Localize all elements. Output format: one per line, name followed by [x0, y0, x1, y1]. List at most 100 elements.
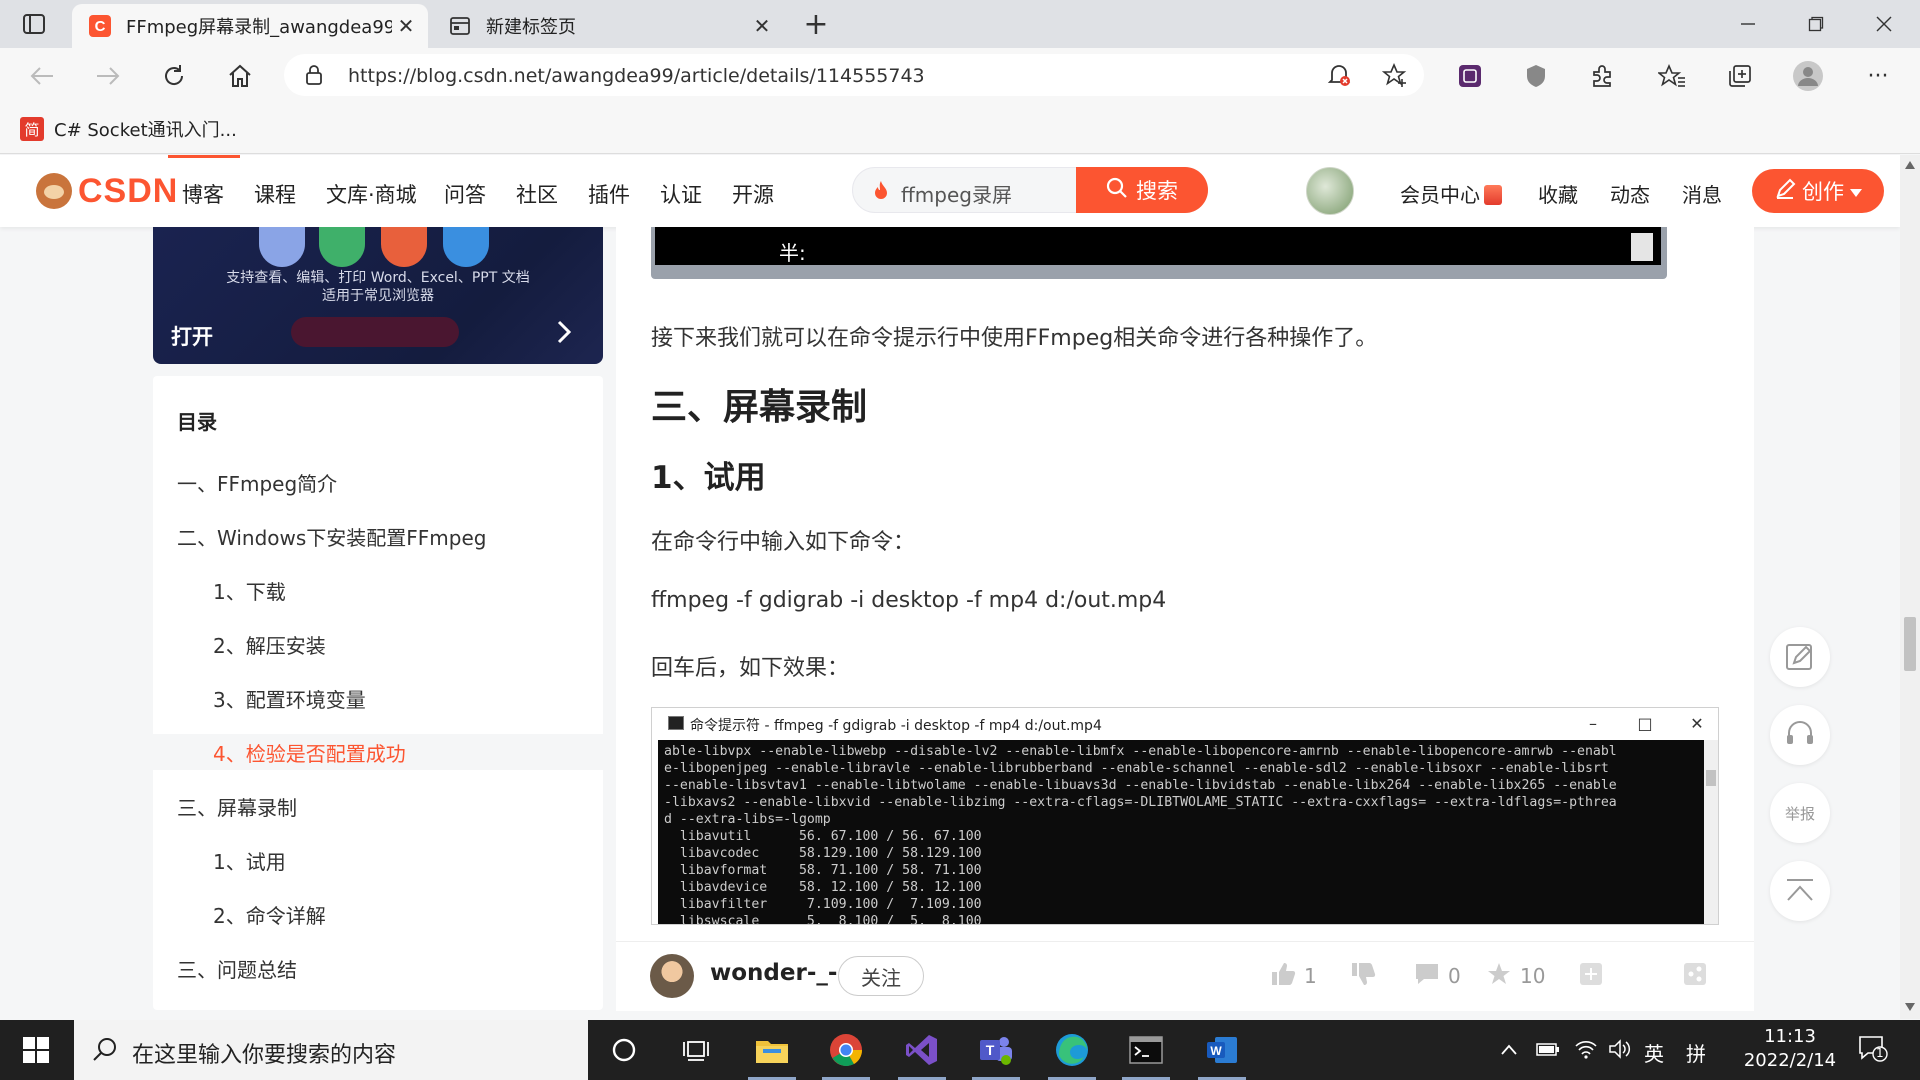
taskbar-search-input[interactable]: 在这里输入你要搜索的内容	[132, 1037, 396, 1069]
profile-avatar-icon[interactable]	[1788, 56, 1828, 96]
activity-link[interactable]: 动态	[1610, 179, 1650, 208]
promo-open-label[interactable]: 打开	[171, 321, 213, 351]
clock-date: 2022/2/14	[1743, 1050, 1837, 1071]
file-explorer-icon[interactable]	[736, 1020, 808, 1080]
scroll-down-icon[interactable]	[1905, 1003, 1915, 1011]
start-windows-icon[interactable]	[0, 1020, 72, 1080]
nav-open-source[interactable]: 开源	[732, 179, 774, 209]
favorites-link[interactable]: 收藏	[1538, 179, 1578, 208]
toc-item[interactable]: 三、屏幕录制	[177, 792, 297, 821]
comment-button[interactable]: 0	[1414, 960, 1461, 992]
toc-item[interactable]: 3、配置环境变量	[213, 684, 366, 713]
notification-center-icon[interactable]: 1	[1858, 1034, 1888, 1067]
scroll-up-icon[interactable]	[1905, 161, 1915, 169]
toc-item[interactable]: 二、Windows下安装配置FFmpeg	[177, 522, 486, 551]
promo-card[interactable]: 支持查看、编辑、打印 Word、Excel、PPT 文档 适用于常见浏览器 打开	[153, 227, 603, 364]
member-center-link[interactable]: 会员中心	[1400, 179, 1502, 208]
customer-service-icon[interactable]	[1770, 705, 1830, 765]
tray-chevron-up-icon[interactable]	[1500, 1038, 1518, 1062]
follow-button[interactable]: 关注	[838, 956, 924, 996]
tab-new-tab[interactable]: 新建标签页 ✕	[432, 4, 784, 48]
star-button[interactable]: 10	[1486, 960, 1545, 992]
close-tab-icon[interactable]: ✕	[392, 12, 420, 40]
nav-certification[interactable]: 认证	[660, 179, 702, 209]
page-scrollbar[interactable]	[1900, 155, 1920, 1019]
messages-link[interactable]: 消息	[1682, 179, 1722, 208]
extension-purple-icon[interactable]	[1450, 56, 1490, 96]
add-favorite-icon[interactable]	[1381, 62, 1408, 92]
share-button[interactable]	[1682, 960, 1708, 992]
cmd-line: libswscale 5. 8.100 / 5. 8.100	[664, 914, 982, 925]
edge-icon[interactable]	[1036, 1020, 1108, 1080]
taskbar-search[interactable]: 在这里输入你要搜索的内容	[74, 1020, 588, 1080]
reload-icon[interactable]	[154, 56, 194, 96]
author-name[interactable]: wonder-_-	[710, 960, 837, 986]
chrome-icon[interactable]	[810, 1020, 882, 1080]
create-button[interactable]: 创作	[1752, 169, 1884, 213]
volume-icon[interactable]	[1608, 1038, 1632, 1065]
taskbar-clock[interactable]: 11:13 2022/2/14	[1730, 1025, 1850, 1073]
dislike-button[interactable]	[1350, 960, 1376, 992]
ime-mode[interactable]: 拼	[1686, 1038, 1706, 1067]
toc-item[interactable]: 2、命令详解	[213, 900, 326, 929]
user-avatar[interactable]	[1306, 167, 1354, 215]
cmd-line: libavformat 58. 71.100 / 58. 71.100	[664, 863, 982, 878]
extensions-icon[interactable]	[1582, 56, 1622, 96]
visual-studio-icon[interactable]	[886, 1020, 958, 1080]
ime-language[interactable]: 英	[1644, 1038, 1664, 1067]
close-window-icon[interactable]	[1854, 4, 1914, 44]
lock-icon[interactable]	[304, 64, 324, 90]
teams-icon[interactable]: T	[960, 1020, 1032, 1080]
close-tab-icon[interactable]: ✕	[748, 12, 776, 40]
toc-item[interactable]: 一、FFmpeg简介	[177, 468, 337, 497]
page-scroll-thumb[interactable]	[1904, 617, 1916, 671]
wifi-icon[interactable]	[1574, 1038, 1598, 1065]
edit-note-icon[interactable]	[1770, 627, 1830, 687]
console-scroll-arrow	[1631, 233, 1653, 261]
nav-blog[interactable]: 博客	[182, 179, 224, 209]
new-tab-button[interactable]: +	[796, 7, 836, 42]
section-heading: 三、屏幕录制	[651, 387, 868, 428]
word-icon[interactable]: W	[1186, 1020, 1258, 1080]
nav-courses[interactable]: 课程	[254, 179, 296, 209]
toc-item[interactable]: 三、问题总结	[177, 954, 297, 983]
tab-csdn-article[interactable]: C FFmpeg屏幕录制_awangdea99的 ✕	[72, 4, 428, 48]
nav-qa[interactable]: 问答	[444, 179, 486, 209]
reward-button[interactable]	[1578, 960, 1604, 992]
csdn-logo[interactable]: CSDN	[36, 171, 178, 211]
search-icon	[1106, 177, 1128, 204]
nav-community[interactable]: 社区	[516, 179, 558, 209]
search-button[interactable]: 搜索	[1076, 167, 1208, 213]
restore-icon[interactable]	[1786, 4, 1846, 44]
collections-icon[interactable]	[1720, 56, 1760, 96]
nav-plugins[interactable]: 插件	[588, 179, 630, 209]
forward-icon[interactable]	[88, 56, 128, 96]
search-input[interactable]: ffmpeg录屏	[901, 179, 1012, 208]
tab-actions-icon[interactable]	[18, 10, 50, 38]
toc-item-active[interactable]: 4、检验是否配置成功	[213, 738, 406, 767]
bookmark-csharp-socket[interactable]: 简 C# Socket通讯入门...	[20, 116, 237, 142]
extension-shield-icon[interactable]	[1516, 56, 1556, 96]
battery-icon[interactable]	[1536, 1038, 1560, 1062]
report-button[interactable]: 举报	[1770, 783, 1830, 843]
promo-pill[interactable]	[291, 317, 459, 347]
cmd-terminal-icon[interactable]	[1110, 1020, 1182, 1080]
toc-item[interactable]: 2、解压安装	[213, 630, 326, 659]
author-avatar[interactable]	[650, 954, 694, 998]
home-icon[interactable]	[220, 56, 260, 96]
toc-item[interactable]: 1、下载	[213, 576, 286, 605]
toc-item[interactable]: 1、试用	[213, 846, 286, 875]
chevron-right-icon[interactable]	[549, 317, 579, 347]
more-options-icon[interactable]: ···	[1858, 56, 1898, 96]
minimize-icon[interactable]	[1718, 4, 1778, 44]
cortana-icon[interactable]	[588, 1020, 660, 1080]
back-icon[interactable]	[22, 56, 62, 96]
favorites-icon[interactable]	[1652, 56, 1692, 96]
address-bar[interactable]: https://blog.csdn.net/awangdea99/article…	[284, 54, 1424, 96]
notification-blocked-icon[interactable]	[1326, 62, 1352, 92]
back-to-top-icon[interactable]	[1770, 861, 1830, 921]
nav-library-mall[interactable]: 文库·商城	[326, 179, 417, 209]
task-view-icon[interactable]	[660, 1020, 732, 1080]
url-text[interactable]: https://blog.csdn.net/awangdea99/article…	[348, 65, 925, 87]
like-button[interactable]: 1	[1270, 960, 1317, 992]
